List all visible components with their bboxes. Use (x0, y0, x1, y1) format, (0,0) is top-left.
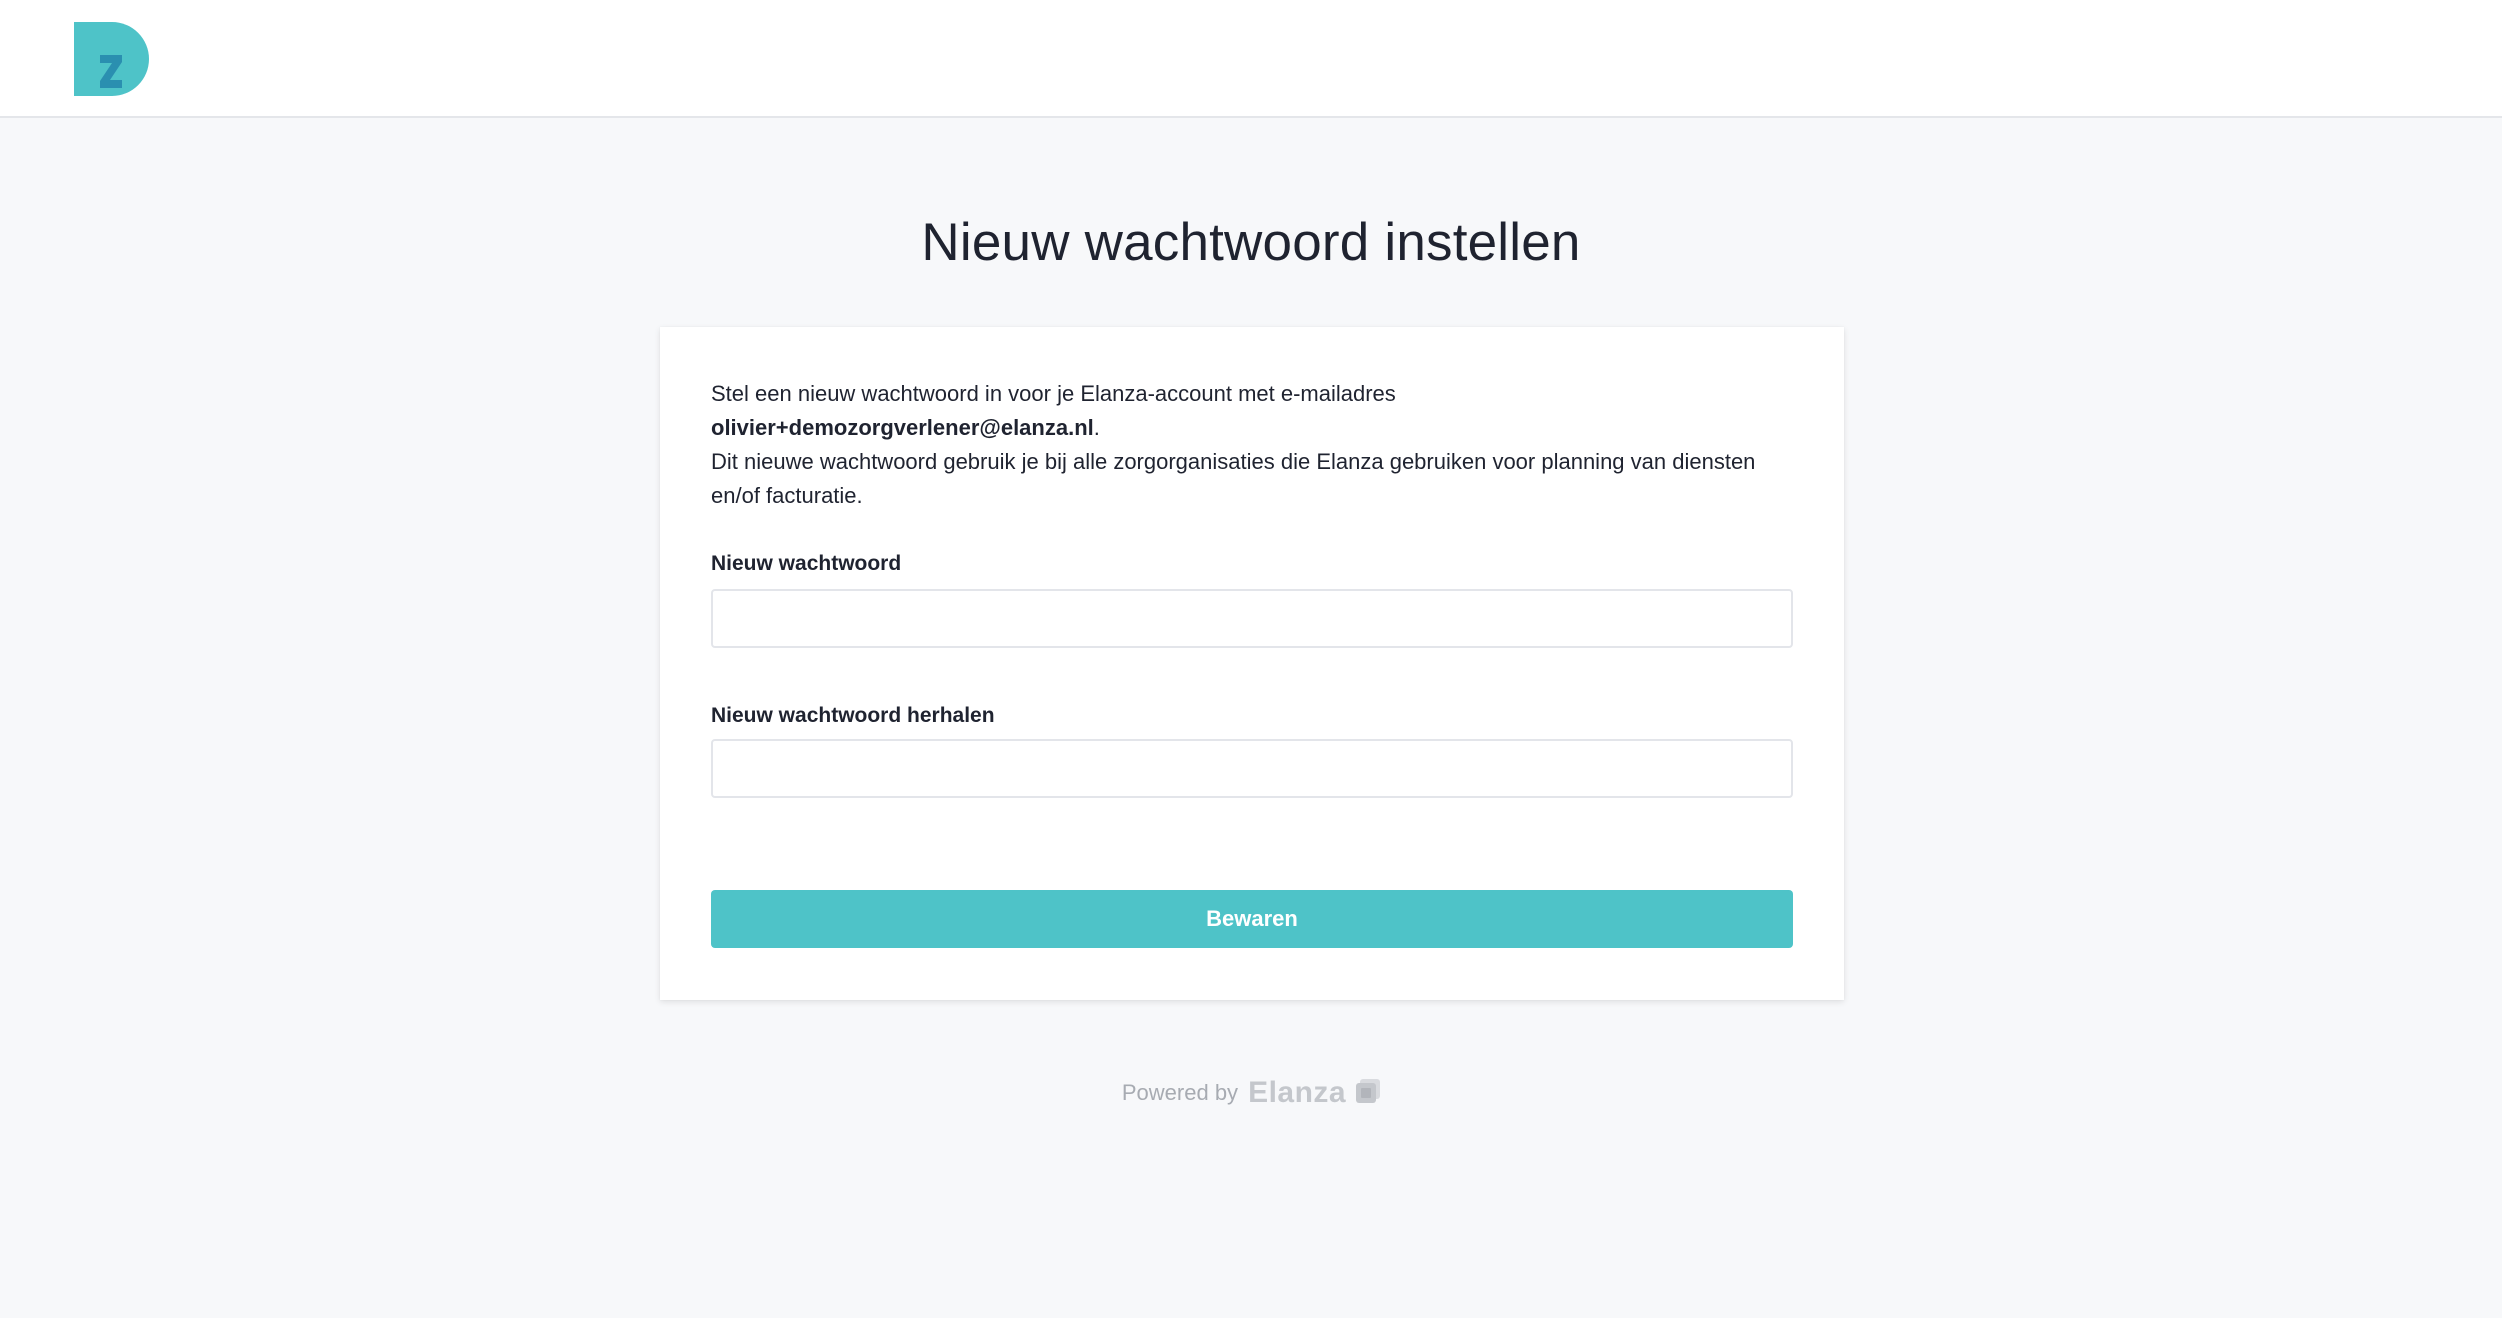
intro-email-line: olivier+demozorgverlener@elanza.nl. (711, 411, 1801, 445)
dz-logo-icon (74, 22, 149, 96)
reset-password-card: Stel een nieuw wachtwoord in voor je Ela… (660, 327, 1844, 1000)
email-suffix: . (1093, 415, 1100, 440)
elanza-logo-icon (1356, 1079, 1381, 1103)
repeat-password-input[interactable] (711, 739, 1793, 798)
save-button[interactable]: Bewaren (711, 890, 1793, 948)
account-email: olivier+demozorgverlener@elanza.nl (711, 415, 1094, 440)
new-password-input[interactable] (711, 589, 1793, 648)
elanza-brand-text[interactable]: Elanza (1248, 1076, 1346, 1110)
powered-by-text: Powered by (1121, 1080, 1239, 1105)
intro-text: Stel een nieuw wachtwoord in voor je Ela… (711, 377, 1801, 513)
repeat-password-label: Nieuw wachtwoord herhalen (711, 704, 995, 727)
intro-line-1: Stel een nieuw wachtwoord in voor je Ela… (711, 381, 1396, 406)
top-bar (0, 0, 2502, 118)
powered-by-footer: Powered by Elanza (0, 1076, 2502, 1110)
intro-line-2: Dit nieuwe wachtwoord gebruik je bij all… (711, 449, 1756, 508)
page-title: Nieuw wachtwoord instellen (921, 213, 1581, 272)
new-password-label: Nieuw wachtwoord (711, 552, 902, 575)
dz-logo[interactable] (74, 22, 154, 96)
